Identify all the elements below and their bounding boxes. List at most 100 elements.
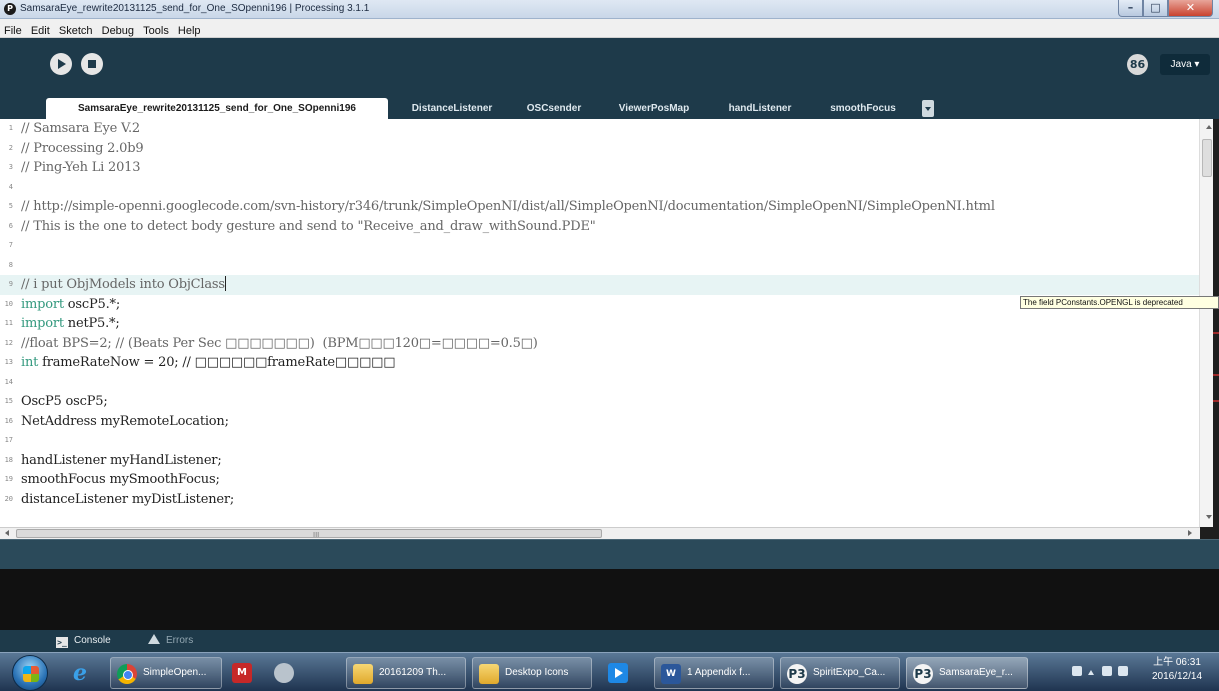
code-text: smoothFocus mySmoothFocus;: [21, 470, 220, 490]
scroll-down-arrow-icon[interactable]: [1206, 515, 1212, 519]
scroll-left-arrow-icon[interactable]: [5, 530, 9, 536]
tab-viewerposmap[interactable]: ViewerPosMap: [606, 98, 702, 119]
taskbar-label: SamsaraEye_r...: [939, 667, 1013, 678]
taskbar-folder-20161209[interactable]: 20161209 Th...: [346, 657, 466, 689]
run-button[interactable]: [50, 53, 72, 75]
code-line[interactable]: 7: [0, 236, 1200, 256]
menu-sketch[interactable]: Sketch: [59, 22, 93, 38]
code-line[interactable]: 20 distanceListener myDistListener;: [0, 490, 1200, 510]
code-line[interactable]: 14: [0, 373, 1200, 393]
code-line[interactable]: 1 // Samsara Eye V.2: [0, 119, 1200, 139]
taskbar-media-player[interactable]: [602, 657, 640, 689]
taskbar-internet-explorer[interactable]: e: [64, 657, 102, 689]
code-line[interactable]: 4: [0, 178, 1200, 198]
menu-edit[interactable]: Edit: [31, 22, 50, 38]
deprecation-tooltip: The field PConstants.OPENGL is deprecate…: [1020, 296, 1219, 309]
tab-smoothfocus[interactable]: smoothFocus: [818, 98, 908, 119]
clock-date: 2016/12/14: [1151, 671, 1203, 682]
mode-selector[interactable]: Java ▾: [1160, 54, 1210, 75]
tab-oscsender[interactable]: OSCsender: [515, 98, 593, 119]
code-line[interactable]: 19 smoothFocus mySmoothFocus;: [0, 470, 1200, 490]
menu-debug[interactable]: Debug: [102, 22, 134, 38]
code-line[interactable]: 8: [0, 256, 1200, 276]
vertical-scroll-thumb[interactable]: [1202, 139, 1212, 177]
taskbar-word-appendix[interactable]: W 1 Appendix f...: [654, 657, 774, 689]
scroll-up-arrow-icon[interactable]: [1206, 125, 1212, 129]
line-number: 4: [8, 182, 13, 191]
code-line[interactable]: 5 // http://simple-openni.googlecode.com/…: [0, 197, 1200, 217]
close-button[interactable]: ✕: [1168, 0, 1213, 17]
console-tab-bar: >_ Console Errors: [0, 630, 1219, 652]
line-number: 3: [8, 163, 13, 171]
line-number: 11: [4, 319, 13, 327]
error-marker[interactable]: [1213, 400, 1219, 402]
taskbar-chrome-simpleopenni[interactable]: SimpleOpen...: [110, 657, 222, 689]
code-line[interactable]: 15 OscP5 oscP5;: [0, 392, 1200, 412]
code-line[interactable]: 6 // This is the one to detect body gestu…: [0, 217, 1200, 237]
taskbar-clock[interactable]: 上午 06:31 2016/12/14: [1138, 656, 1216, 684]
line-number: 18: [4, 455, 13, 464]
tab-console[interactable]: >_ Console: [56, 634, 111, 648]
tab-errors-label: Errors: [166, 635, 194, 646]
code-comment: // Samsara Eye V.2: [21, 121, 140, 136]
code-text: // i put ObjModels into ObjClass: [21, 275, 226, 295]
taskbar-app-red[interactable]: M: [226, 657, 264, 689]
line-number: 16: [4, 416, 13, 425]
tab-samsaraeye-main[interactable]: SamsaraEye_rewrite20131125_send_for_One_…: [46, 98, 388, 119]
line-number: 6: [8, 221, 13, 230]
error-marker[interactable]: [1213, 374, 1219, 376]
code-editor[interactable]: 1 // Samsara Eye V.2 2 // Processing 2.0b9 3…: [0, 119, 1219, 527]
app-gray-icon: [274, 663, 294, 683]
code-line[interactable]: 2 // Processing 2.0b9: [0, 139, 1200, 159]
taskbar-label: 20161209 Th...: [379, 667, 447, 678]
taskbar-app-gray[interactable]: [268, 657, 306, 689]
tab-errors[interactable]: Errors: [148, 634, 193, 648]
tab-distancelistener[interactable]: DistanceListener: [398, 98, 506, 119]
console-output[interactable]: [0, 569, 1219, 630]
window-title: SamsaraEye_rewrite20131125_send_for_One_…: [20, 3, 370, 14]
horizontal-scroll-thumb[interactable]: III: [16, 529, 602, 539]
code-text: OscP5 oscP5;: [21, 392, 108, 412]
minimize-button[interactable]: –: [1118, 0, 1143, 17]
folder-icon: [353, 664, 373, 684]
show-hidden-icons-icon[interactable]: [1088, 669, 1094, 675]
processing-app-icon: P: [4, 3, 16, 15]
sketch-tab-bar: SamsaraEye_rewrite20131125_send_for_One_…: [0, 94, 1219, 119]
start-button[interactable]: [12, 655, 48, 691]
line-number: 2: [8, 143, 13, 152]
code-line[interactable]: 11 import netP5.*;: [0, 314, 1200, 334]
tab-handlistener[interactable]: handListener: [715, 98, 805, 119]
taskbar-folder-desktop-icons[interactable]: Desktop Icons: [472, 657, 592, 689]
volume-icon[interactable]: [1102, 666, 1112, 676]
keyboard-icon[interactable]: [1072, 666, 1082, 676]
stop-button[interactable]: [81, 53, 103, 75]
taskbar-processing-spiritexpo[interactable]: P3 SpiritExpo_Ca...: [780, 657, 900, 689]
code-line[interactable]: 12 //float BPS=2; // (Beats Per Sec □□□□□…: [0, 334, 1200, 354]
code-keyword: import: [21, 316, 64, 331]
line-number: 10: [4, 299, 13, 308]
network-icon[interactable]: [1118, 666, 1128, 676]
code-line[interactable]: 17: [0, 431, 1200, 451]
sketch-toolbar: 86 Java ▾: [0, 38, 1219, 94]
window-title-bar: P SamsaraEye_rewrite20131125_send_for_On…: [0, 0, 1219, 19]
taskbar-label: 1 Appendix f...: [687, 667, 751, 678]
menu-file[interactable]: File: [4, 22, 22, 38]
maximize-button[interactable]: □: [1143, 0, 1168, 17]
code-line[interactable]: 3 // Ping-Yeh Li 2013: [0, 158, 1200, 178]
taskbar-processing-samsaraeye[interactable]: P3 SamsaraEye_r...: [906, 657, 1028, 689]
minimize-icon: –: [1127, 1, 1134, 14]
scroll-right-arrow-icon[interactable]: [1188, 530, 1192, 536]
code-text: NetAddress myRemoteLocation;: [21, 412, 229, 432]
debugger-toggle-button[interactable]: 86: [1127, 54, 1148, 75]
tab-overflow-menu-button[interactable]: [922, 100, 934, 117]
code-line[interactable]: 18 handListener myHandListener;: [0, 451, 1200, 471]
line-number: 17: [4, 436, 13, 444]
code-line[interactable]: 16 NetAddress myRemoteLocation;: [0, 412, 1200, 432]
code-line[interactable]: 9 // i put ObjModels into ObjClass: [0, 275, 1200, 295]
menu-help[interactable]: Help: [178, 22, 201, 38]
menu-tools[interactable]: Tools: [143, 22, 169, 38]
editor-horizontal-scrollbar[interactable]: III: [0, 527, 1200, 539]
code-line[interactable]: 13 int frameRateNow = 20; // □□□□□□frameR…: [0, 353, 1200, 373]
code-token: netP5.*;: [63, 316, 120, 331]
error-marker[interactable]: [1213, 332, 1219, 334]
